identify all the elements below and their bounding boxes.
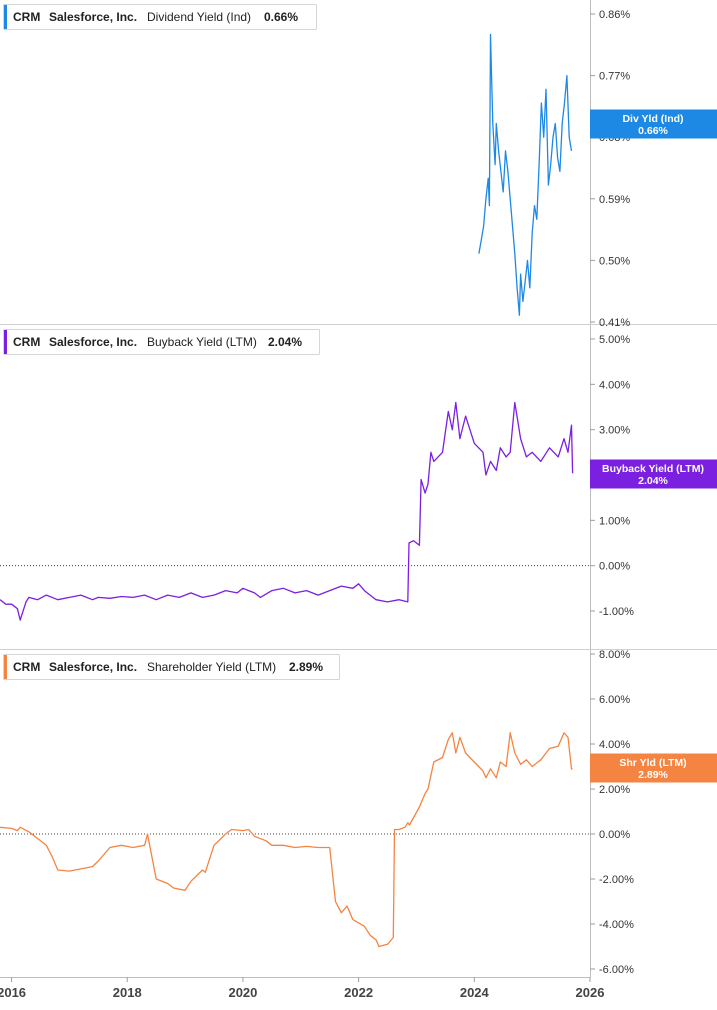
y-tick-label: 6.00% bbox=[599, 694, 630, 706]
legend-value: 2.89% bbox=[289, 660, 323, 674]
y-tick-label: 8.00% bbox=[599, 649, 630, 661]
y-tick-label: 2.00% bbox=[599, 784, 630, 796]
chart-stack: 0.86%0.77%0.68%0.59%0.50%0.41%CRMSalesfo… bbox=[0, 0, 717, 1005]
legend-swatch bbox=[4, 330, 7, 354]
legend-metric: Dividend Yield (Ind) bbox=[147, 10, 251, 24]
y-tick-label: 5.00% bbox=[599, 334, 630, 346]
y-tick-label: 4.00% bbox=[599, 739, 630, 751]
legend-swatch bbox=[4, 5, 7, 29]
chart-svg: 0.86%0.77%0.68%0.59%0.50%0.41%CRMSalesfo… bbox=[0, 0, 717, 1000]
value-tag-label: Div Yld (Ind) bbox=[622, 113, 683, 125]
series-line bbox=[0, 732, 573, 948]
legend-ticker: CRM bbox=[13, 10, 40, 24]
x-tick-label: 2026 bbox=[576, 985, 605, 1000]
value-tag-value: 2.89% bbox=[638, 769, 668, 781]
series-line bbox=[0, 401, 574, 621]
x-tick-label: 2020 bbox=[228, 985, 257, 1000]
legend-company: Salesforce, Inc. bbox=[49, 660, 137, 674]
legend-company: Salesforce, Inc. bbox=[49, 335, 137, 349]
value-tag-label: Shr Yld (LTM) bbox=[619, 757, 686, 769]
y-tick-label: 0.59% bbox=[599, 194, 630, 206]
x-tick-label: 2024 bbox=[460, 985, 490, 1000]
legend-swatch bbox=[4, 655, 7, 679]
y-tick-label: 0.00% bbox=[599, 561, 630, 573]
y-tick-label: -1.00% bbox=[599, 606, 634, 618]
value-tag-value: 2.04% bbox=[638, 475, 668, 487]
y-tick-label: 4.00% bbox=[599, 379, 630, 391]
y-tick-label: 0.86% bbox=[599, 9, 630, 21]
series-line bbox=[478, 33, 573, 316]
legend-value: 0.66% bbox=[264, 10, 298, 24]
legend-ticker: CRM bbox=[13, 335, 40, 349]
legend-company: Salesforce, Inc. bbox=[49, 10, 137, 24]
y-tick-label: 0.00% bbox=[599, 829, 630, 841]
y-tick-label: 0.77% bbox=[599, 71, 630, 83]
x-tick-label: 2022 bbox=[344, 985, 373, 1000]
y-tick-label: -4.00% bbox=[599, 919, 634, 931]
x-tick-label: 2016 bbox=[0, 985, 26, 1000]
y-tick-label: 1.00% bbox=[599, 515, 630, 527]
y-tick-label: 3.00% bbox=[599, 425, 630, 437]
value-tag-value: 0.66% bbox=[638, 125, 668, 137]
legend-metric: Shareholder Yield (LTM) bbox=[147, 660, 276, 674]
y-tick-label: -6.00% bbox=[599, 964, 634, 976]
x-tick-label: 2018 bbox=[113, 985, 142, 1000]
y-tick-label: 0.41% bbox=[599, 317, 630, 329]
legend-metric: Buyback Yield (LTM) bbox=[147, 335, 257, 349]
legend-ticker: CRM bbox=[13, 660, 40, 674]
legend-value: 2.04% bbox=[268, 335, 302, 349]
y-tick-label: -2.00% bbox=[599, 874, 634, 886]
value-tag-label: Buyback Yield (LTM) bbox=[602, 463, 704, 475]
y-tick-label: 0.50% bbox=[599, 255, 630, 267]
